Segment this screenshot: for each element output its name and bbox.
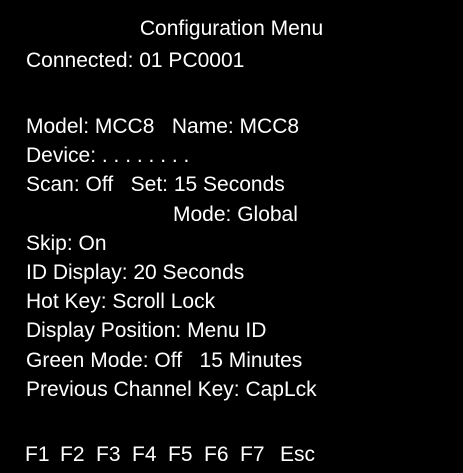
hot-key-line: Hot Key: Scroll Lock	[26, 290, 216, 313]
f2-key[interactable]: F2	[60, 444, 96, 465]
f5-key[interactable]: F5	[168, 444, 204, 465]
model-name-line: Model: MCC8 Name: MCC8	[26, 115, 300, 138]
esc-key[interactable]: Esc	[280, 444, 315, 465]
f6-key[interactable]: F6	[204, 444, 240, 465]
f1-key[interactable]: F1	[25, 444, 60, 465]
configuration-menu-screen: Configuration Menu Connected: 01 PC0001 …	[0, 0, 463, 473]
connected-status: Connected: 01 PC0001	[26, 49, 245, 72]
f7-key[interactable]: F7	[240, 444, 280, 465]
green-mode-line: Green Mode: Off 15 Minutes	[26, 349, 303, 372]
menu-title: Configuration Menu	[139, 17, 324, 40]
previous-channel-key-line: Previous Channel Key: CapLck	[26, 378, 317, 401]
id-display-line: ID Display: 20 Seconds	[26, 261, 245, 284]
f3-key[interactable]: F3	[96, 444, 132, 465]
function-key-bar: F1 F2 F3 F4 F5 F6 F7 Esc	[25, 444, 315, 465]
f4-key[interactable]: F4	[132, 444, 168, 465]
device-line: Device: . . . . . . . .	[26, 144, 190, 167]
scan-set-line: Scan: Off Set: 15 Seconds	[26, 173, 285, 196]
skip-line: Skip: On	[26, 232, 107, 255]
mode-line: Mode: Global	[173, 203, 298, 226]
display-position-line: Display Position: Menu ID	[26, 319, 267, 342]
